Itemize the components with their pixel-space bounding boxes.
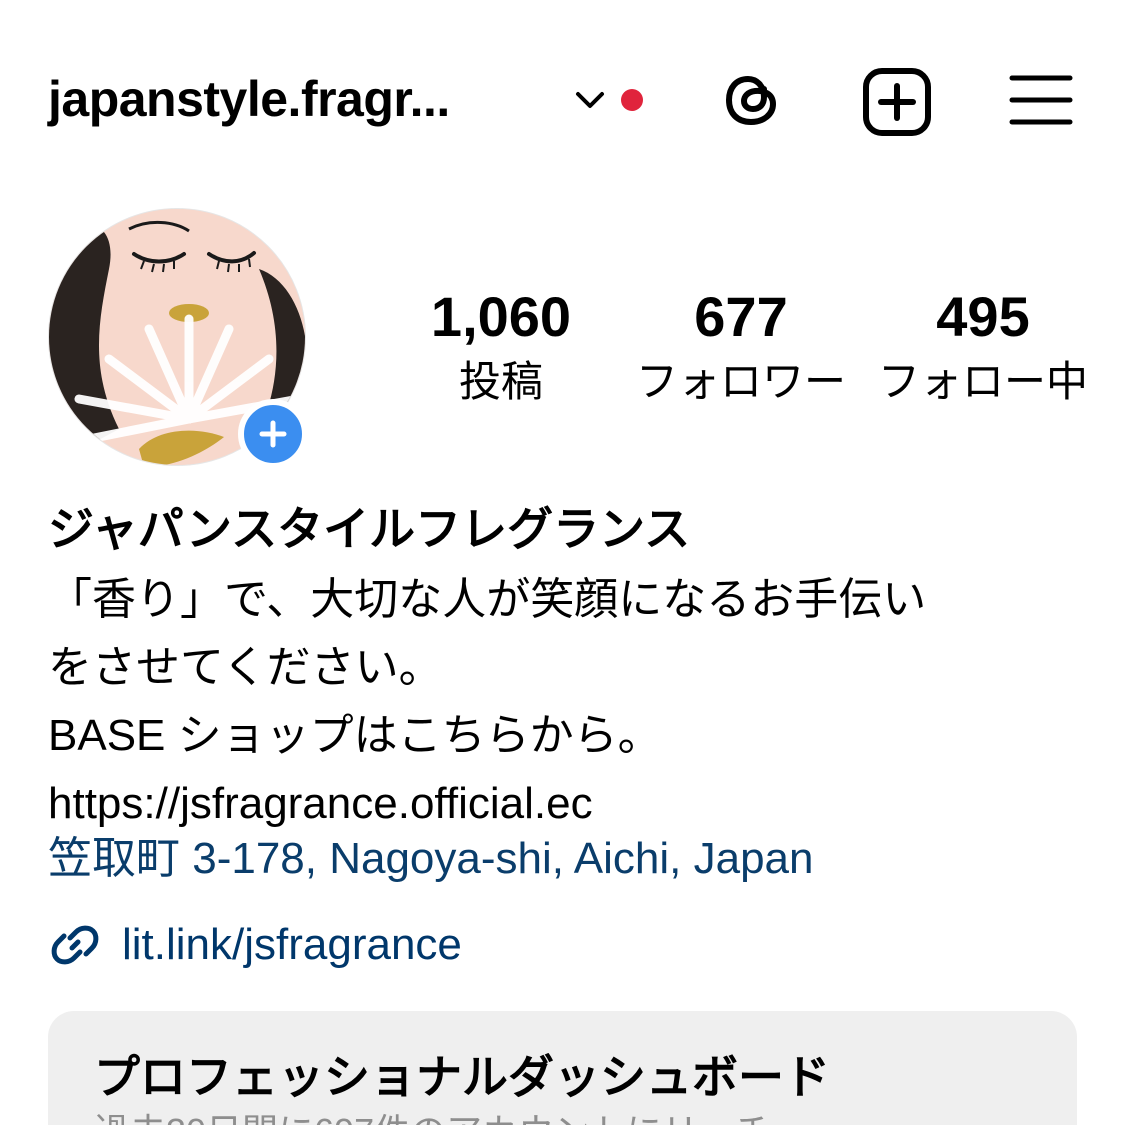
posts-stat[interactable]: 1,060 投稿 <box>386 284 616 410</box>
profile-header: japanstyle.fragr... <box>0 0 1125 200</box>
following-label: フォロー中 <box>877 358 1088 405</box>
link-text: lit.link/jsfragrance <box>122 920 462 969</box>
followers-stat[interactable]: 677 フォロワー <box>626 284 856 410</box>
followers-count: 677 <box>694 285 788 348</box>
external-link[interactable]: lit.link/jsfragrance <box>48 910 462 980</box>
bio-text: 「香り」で、大切な人が笑顔になるお手伝い をさせてください。 BASE ショップ… <box>48 575 927 828</box>
location-link[interactable]: 笠取町 3-178, Nagoya-shi, Aichi, Japan <box>48 828 814 890</box>
dashboard-title: プロフェッショナルダッシュボード <box>94 1051 830 1103</box>
posts-label: 投稿 <box>458 358 543 405</box>
notification-dot <box>621 89 643 111</box>
add-story-button[interactable] <box>238 399 308 469</box>
hamburger-menu-icon[interactable] <box>1008 72 1074 128</box>
following-stat[interactable]: 495 フォロー中 <box>868 284 1098 410</box>
account-username[interactable]: japanstyle.fragr... <box>48 70 450 128</box>
followers-label: フォロワー <box>635 358 846 405</box>
following-count: 495 <box>936 285 1030 348</box>
professional-dashboard-card[interactable]: プロフェッショナルダッシュボード 過去30日間に697件のアカウントにリーチ <box>48 1011 1077 1125</box>
link-icon <box>51 925 99 965</box>
chevron-down-icon[interactable] <box>572 86 608 114</box>
threads-icon[interactable] <box>720 67 786 133</box>
display-name: ジャパンスタイルフレグランス <box>48 503 691 555</box>
posts-count: 1,060 <box>430 285 572 348</box>
plus-square-icon[interactable] <box>862 67 932 137</box>
dashboard-subtitle: 過去30日間に697件のアカウントにリーチ <box>94 1103 770 1125</box>
profile-page: japanstyle.fragr... 1,060 投稿 677 フォロワー 4… <box>0 0 1125 1125</box>
plus-icon <box>259 420 287 448</box>
